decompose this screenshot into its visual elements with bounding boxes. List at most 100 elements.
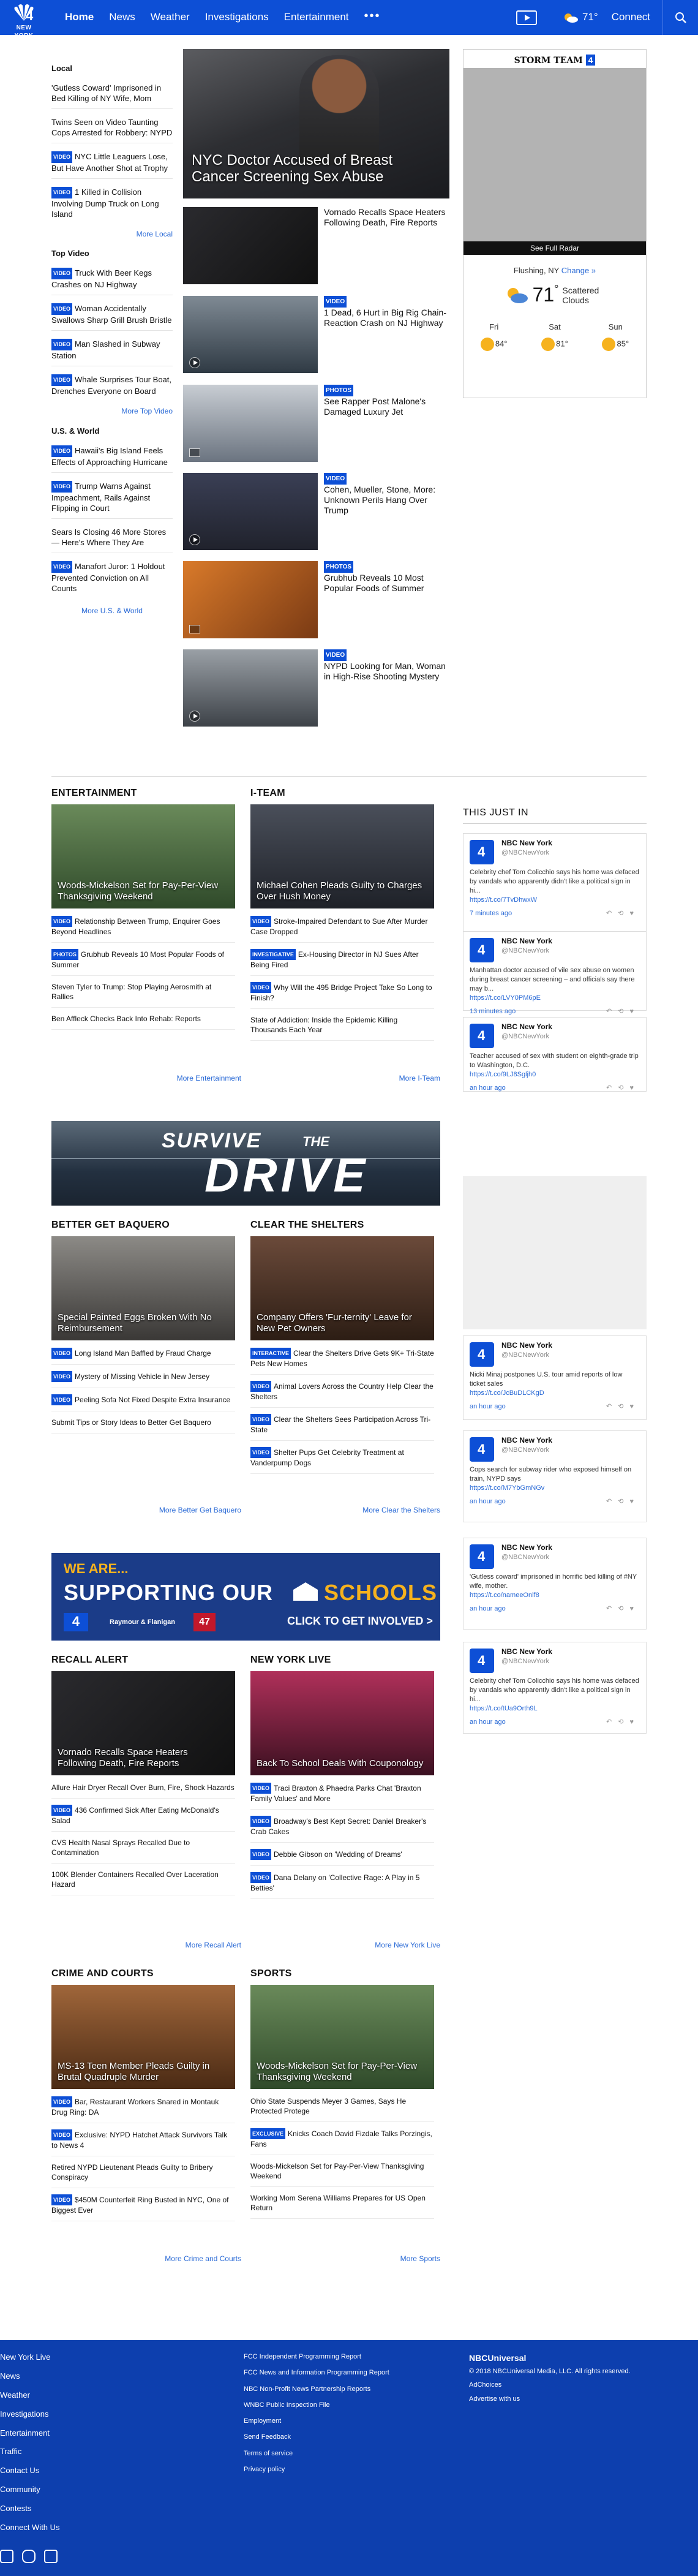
- story-thumbnail[interactable]: [183, 561, 318, 638]
- more-crime-link[interactable]: More Crime and Courts: [100, 2254, 241, 2264]
- nav-news[interactable]: News: [109, 10, 135, 24]
- list-item[interactable]: VIDEO Why Will the 495 Bridge Project Tak…: [250, 982, 434, 1009]
- more-iteam-link[interactable]: More I-Team: [299, 1074, 440, 1084]
- tweet-time[interactable]: an hour ago: [470, 1497, 506, 1506]
- connect-link[interactable]: Connect: [612, 10, 650, 24]
- header-weather[interactable]: 71°: [563, 10, 598, 24]
- list-item[interactable]: VIDEO 436 Confirmed Sick After Eating McD…: [51, 1805, 235, 1832]
- account-avatar[interactable]: [470, 1544, 494, 1569]
- tweet-card[interactable]: NBC New York@NBCNewYork Nicki Minaj postp…: [463, 1335, 647, 1420]
- footer-link[interactable]: Send Feedback: [244, 2433, 389, 2441]
- footer-nav-link[interactable]: Investigations: [0, 2409, 60, 2420]
- nav-weather[interactable]: Weather: [151, 10, 190, 24]
- story-card[interactable]: PHOTOS Grubhub Reveals 10 Most Popular Fo…: [183, 561, 449, 638]
- lead-story-caption[interactable]: MS-13 Teen Member Pleads Guilty in Bruta…: [58, 2061, 229, 2083]
- more-shelters-link[interactable]: More Clear the Shelters: [299, 1506, 440, 1516]
- footer-link[interactable]: NBC Non-Profit News Partnership Reports: [244, 2385, 389, 2393]
- footer-nav-link[interactable]: New York Live: [0, 2352, 60, 2363]
- account-handle[interactable]: @NBCNewYork: [501, 1351, 640, 1359]
- tweet-link[interactable]: https://t.co/nameeOnlf8: [470, 1591, 640, 1600]
- list-item[interactable]: VIDEO Animal Lovers Across the Country He…: [250, 1381, 434, 1408]
- tweet-time[interactable]: an hour ago: [470, 1718, 506, 1726]
- list-item[interactable]: VIDEO Hawaii's Big Island Feels Effects o…: [51, 445, 173, 473]
- account-handle[interactable]: @NBCNewYork: [501, 1553, 640, 1562]
- sports-lead-story[interactable]: Woods-Mickelson Set for Pay-Per-View Tha…: [250, 1985, 434, 2089]
- tweet-card[interactable]: NBC New York@NBCNewYork Manhattan doctor …: [463, 931, 647, 1015]
- entertainment-lead-story[interactable]: Woods-Mickelson Set for Pay-Per-View Tha…: [51, 804, 235, 908]
- story-headline[interactable]: Vornado Recalls Space Heaters Following …: [324, 207, 445, 227]
- recall-lead-story[interactable]: Vornado Recalls Space Heaters Following …: [51, 1671, 235, 1775]
- nav-more-button[interactable]: •••: [364, 8, 381, 24]
- search-button[interactable]: [662, 0, 698, 35]
- story-thumbnail[interactable]: [183, 385, 318, 462]
- tweet-card[interactable]: NBC New York@NBCNewYork Cops search for s…: [463, 1430, 647, 1522]
- more-recall-link[interactable]: More Recall Alert: [100, 1941, 241, 1951]
- story-card[interactable]: VIDEO NYPD Looking for Man, Woman in High…: [183, 649, 449, 727]
- account-name[interactable]: NBC New York: [501, 1022, 640, 1032]
- account-avatar[interactable]: [470, 1342, 494, 1367]
- more-local-link[interactable]: More Local: [51, 230, 173, 240]
- account-handle[interactable]: @NBCNewYork: [501, 1032, 640, 1041]
- story-headline[interactable]: See Rapper Post Malone's Damaged Luxury …: [324, 396, 426, 417]
- list-item[interactable]: VIDEO Dana Delany on 'Collective Rage: A …: [250, 1872, 434, 1899]
- more-baquero-link[interactable]: More Better Get Baquero: [100, 1506, 241, 1516]
- list-item[interactable]: VIDEO Long Island Man Baffled by Fraud Ch…: [51, 1348, 235, 1365]
- footer-nav-link[interactable]: Contests: [0, 2504, 60, 2514]
- account-handle[interactable]: @NBCNewYork: [501, 1657, 640, 1666]
- list-item[interactable]: State of Addiction: Inside the Epidemic …: [250, 1015, 434, 1041]
- list-item[interactable]: VIDEO Relationship Between Trump, Enquire…: [51, 916, 235, 943]
- list-item[interactable]: VIDEO Woman Accidentally Swallows Sharp G…: [51, 303, 173, 331]
- list-item[interactable]: VIDEO 1 Killed in Collision Involving Dum…: [51, 186, 173, 224]
- more-us-world-link[interactable]: More U.S. & World: [51, 606, 173, 616]
- tweet-link[interactable]: https://t.co/tUa9Orth9L: [470, 1704, 640, 1713]
- list-item[interactable]: CVS Health Nasal Sprays Recalled Due to …: [51, 1838, 235, 1864]
- account-name[interactable]: NBC New York: [501, 839, 640, 848]
- crime-lead-story[interactable]: MS-13 Teen Member Pleads Guilty in Bruta…: [51, 1985, 235, 2089]
- footer-nav-link[interactable]: Traffic: [0, 2447, 60, 2457]
- shelters-lead-story[interactable]: Company Offers 'Fur-ternity' Leave for N…: [250, 1236, 434, 1340]
- story-thumbnail[interactable]: [183, 207, 318, 284]
- account-name[interactable]: NBC New York: [501, 1543, 640, 1553]
- survive-the-drive-banner[interactable]: SURVIVE THE DRIVE: [51, 1121, 440, 1206]
- list-item[interactable]: VIDEO Clear the Shelters Sees Participati…: [250, 1414, 434, 1441]
- list-item[interactable]: Twins Seen on Video Taunting Cops Arrest…: [51, 117, 173, 143]
- iteam-lead-story[interactable]: Michael Cohen Pleads Guilty to Charges O…: [250, 804, 434, 908]
- account-name[interactable]: NBC New York: [501, 1647, 640, 1657]
- list-item[interactable]: VIDEO Peeling Sofa Not Fixed Despite Extr…: [51, 1394, 235, 1411]
- more-top-video-link[interactable]: More Top Video: [51, 407, 173, 417]
- advertise-link[interactable]: Advertise with us: [469, 2395, 631, 2403]
- tweet-card[interactable]: NBC New York@NBCNewYork Celebrity chef To…: [463, 1642, 647, 1734]
- account-handle[interactable]: @NBCNewYork: [501, 946, 640, 955]
- list-item[interactable]: 'Gutless Coward' Imprisoned in Bed Killi…: [51, 83, 173, 109]
- twitter-icon[interactable]: [0, 2550, 13, 2563]
- tweet-link[interactable]: https://t.co/7TvDhwxW: [470, 896, 640, 904]
- list-item[interactable]: VIDEO Man Slashed in Subway Station: [51, 339, 173, 367]
- supporting-schools-banner[interactable]: WE ARE... SUPPORTING OUR SCHOOLS 4 Raymo…: [51, 1553, 440, 1641]
- account-avatar[interactable]: [470, 938, 494, 962]
- story-card[interactable]: VIDEO Cohen, Mueller, Stone, More: Unknow…: [183, 473, 449, 550]
- tweet-link[interactable]: https://t.co/9LJ8Sgljh0: [470, 1070, 640, 1079]
- instagram-icon[interactable]: [22, 2550, 36, 2563]
- list-item[interactable]: Ohio State Suspends Meyer 3 Games, Says …: [250, 2096, 434, 2122]
- tweet-time[interactable]: an hour ago: [470, 1084, 506, 1092]
- story-thumbnail[interactable]: [183, 473, 318, 550]
- list-item[interactable]: VIDEO Shelter Pups Get Celebrity Treatmen…: [250, 1447, 434, 1474]
- tweet-actions[interactable]: ↶⟲♥: [606, 1402, 640, 1411]
- list-item[interactable]: VIDEO Manafort Juror: 1 Holdout Prevented…: [51, 561, 173, 599]
- list-item[interactable]: EXCLUSIVE Knicks Coach David Fizdale Talk…: [250, 2128, 434, 2155]
- footer-link[interactable]: FCC Independent Programming Report: [244, 2352, 389, 2361]
- facebook-icon[interactable]: [44, 2550, 58, 2563]
- list-item[interactable]: VIDEO $450M Counterfeit Ring Busted in NY…: [51, 2194, 235, 2221]
- list-item[interactable]: INVESTIGATIVE Ex-Housing Director in NJ S…: [250, 949, 434, 976]
- story-headline[interactable]: Grubhub Reveals 10 Most Popular Foods of…: [324, 573, 424, 593]
- tweet-card[interactable]: NBC New York@NBCNewYork Celebrity chef To…: [463, 833, 647, 937]
- footer-nav-link[interactable]: News: [0, 2371, 60, 2382]
- list-item[interactable]: VIDEO Mystery of Missing Vehicle in New J…: [51, 1371, 235, 1388]
- lead-story-caption[interactable]: Company Offers 'Fur-ternity' Leave for N…: [257, 1312, 428, 1334]
- adchoices-link[interactable]: AdChoices: [469, 2381, 631, 2389]
- see-full-radar-button[interactable]: See Full Radar: [463, 241, 646, 255]
- account-name[interactable]: NBC New York: [501, 1436, 640, 1446]
- story-thumbnail[interactable]: [183, 649, 318, 727]
- footer-link[interactable]: Privacy policy: [244, 2465, 389, 2474]
- list-item[interactable]: Retired NYPD Lieutenant Pleads Guilty to…: [51, 2162, 235, 2188]
